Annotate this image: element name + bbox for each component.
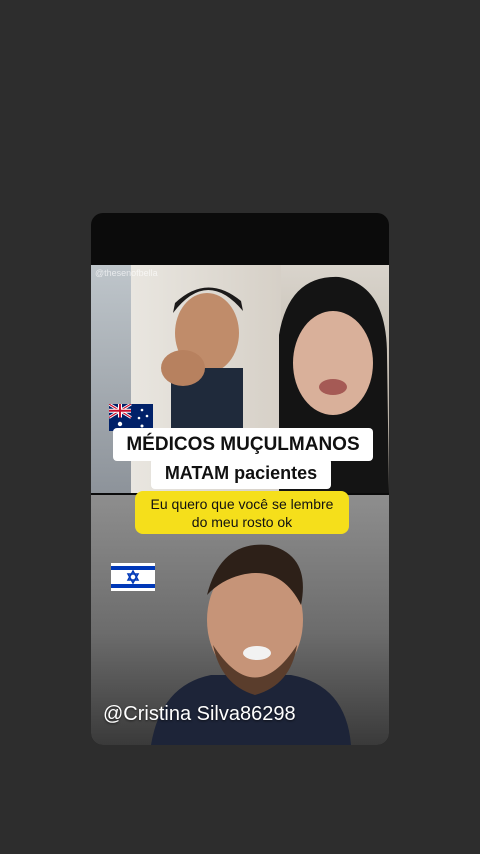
user-handle: @Cristina Silva86298 [103, 703, 296, 725]
subtitle-box: Eu quero que você se lembre do meu rosto… [135, 491, 349, 534]
watermark: @thesenofbella [95, 268, 158, 278]
australia-flag-icon [109, 404, 153, 431]
subtitle-line-1: Eu quero que você se lembre [150, 496, 334, 512]
subtitle-line-2: do meu rosto ok [191, 514, 293, 530]
caption-line-1: MÉDICOS MUÇULMANOS [113, 428, 373, 461]
caption-line-2: MATAM pacientes [151, 458, 331, 489]
video-card[interactable]: @thesenofbella MÉDICOS MUÇULMANOS MATAM … [91, 213, 389, 745]
israel-flag-icon [111, 563, 155, 591]
man-figure [161, 287, 243, 433]
